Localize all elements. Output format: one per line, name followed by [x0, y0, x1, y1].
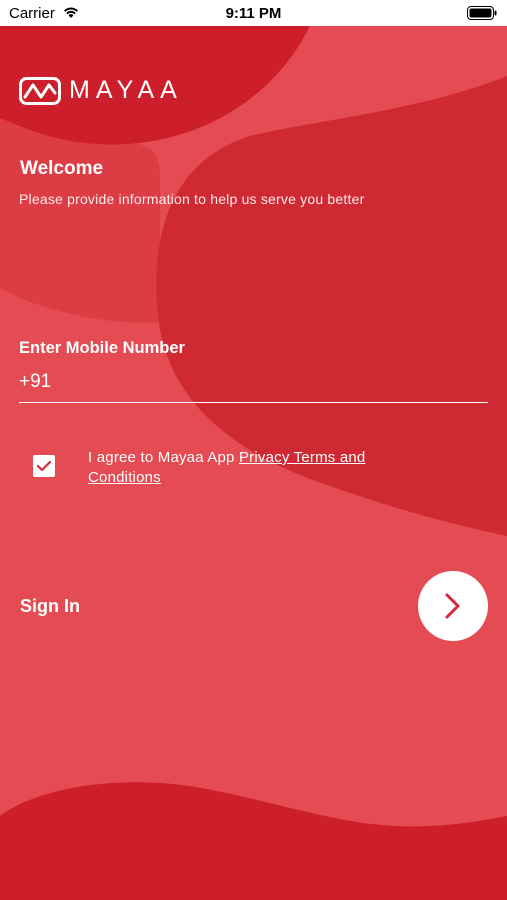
mobile-number-input[interactable] — [19, 368, 488, 396]
agreement-prefix: I agree to Mayaa App — [88, 449, 239, 466]
sign-in-button[interactable] — [418, 571, 488, 641]
checkmark-icon — [36, 460, 52, 472]
welcome-title: Welcome — [20, 158, 104, 179]
mobile-number-label: Enter Mobile Number — [19, 339, 185, 357]
status-bar: Carrier 9:11 PM — [0, 0, 507, 26]
agree-checkbox[interactable] — [33, 455, 55, 477]
battery-icon — [467, 6, 497, 20]
welcome-subtitle: Please provide information to help us se… — [19, 191, 365, 207]
mobile-number-field-container — [19, 368, 488, 403]
app-logo: MAYAA — [19, 76, 183, 105]
clock: 9:11 PM — [225, 5, 282, 22]
mayaa-logo-icon — [19, 76, 61, 105]
chevron-right-icon — [445, 593, 460, 619]
app-screen: Carrier 9:11 PM MAYAA Welcome Please pro… — [0, 0, 507, 900]
sign-in-label: Sign In — [20, 596, 80, 616]
logo-text: MAYAA — [69, 76, 183, 104]
agreement-text: I agree to Mayaa App Privacy Terms and C… — [88, 448, 418, 488]
